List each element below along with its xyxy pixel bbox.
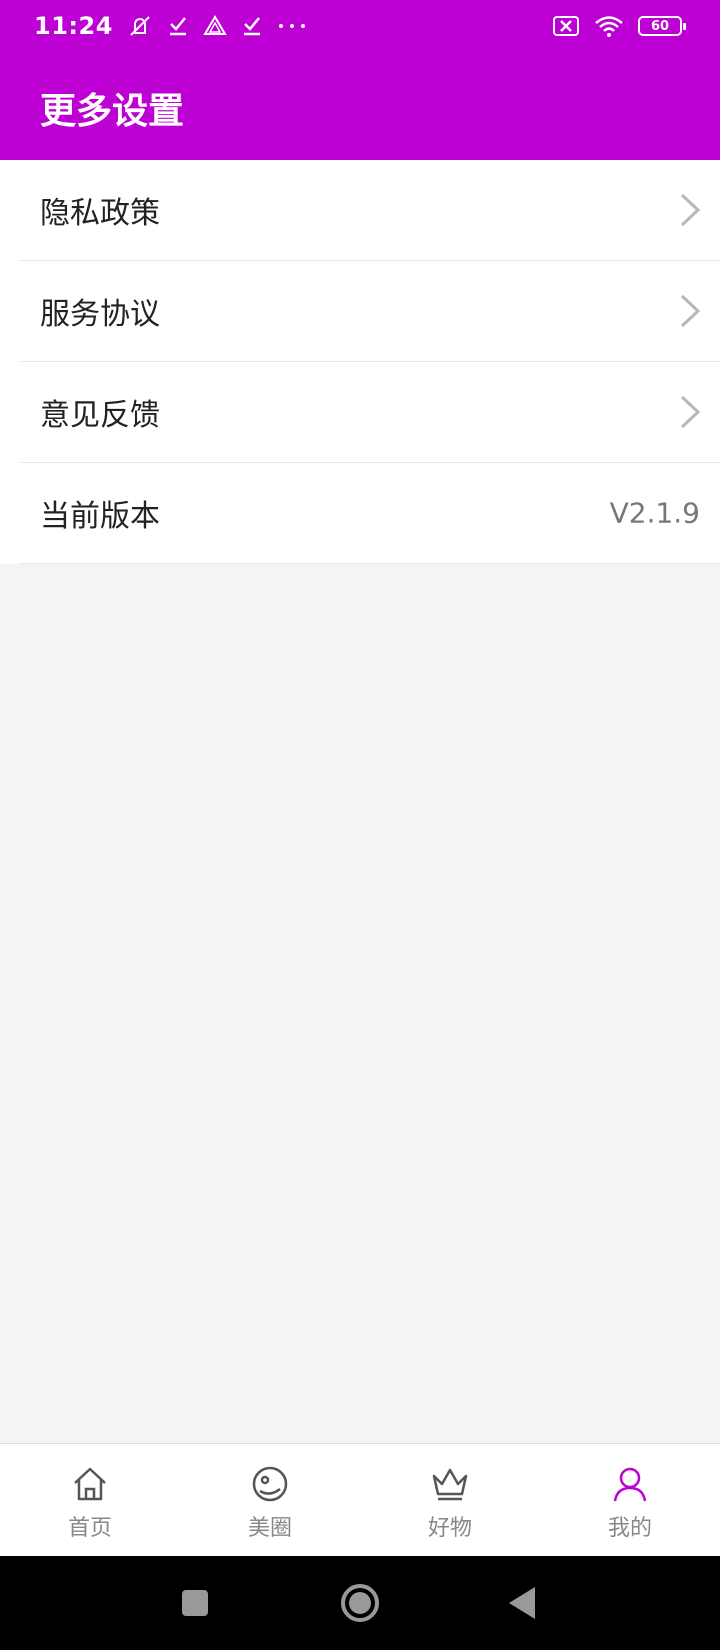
- status-left: 11:24: [34, 10, 307, 42]
- tab-label: 首页: [67, 1516, 112, 1541]
- tab-mine[interactable]: 我的: [540, 1444, 720, 1556]
- home-icon: [74, 1467, 106, 1501]
- mute-icon: [130, 16, 150, 36]
- settings-item-privacy-policy[interactable]: 隐私政策: [20, 160, 720, 261]
- back-triangle-icon[interactable]: [497, 1578, 547, 1628]
- tab-label: 我的: [607, 1516, 652, 1541]
- user-icon: [613, 1467, 647, 1502]
- page-title: 更多设置: [40, 91, 185, 132]
- chevron-right-icon: [680, 294, 701, 328]
- status-right: 60: [552, 10, 686, 42]
- check-icon: [169, 17, 186, 36]
- settings-list: 隐私政策 服务协议 意见反馈 当前版本 V2.1.9: [0, 160, 720, 564]
- crown-icon: [432, 1468, 468, 1501]
- chevron-right-icon: [680, 193, 701, 227]
- app-bar: 更多设置: [0, 52, 720, 160]
- system-nav-bar: [0, 1556, 720, 1650]
- tab-label: 好物: [427, 1516, 472, 1541]
- tab-circle[interactable]: 美圈: [180, 1444, 360, 1556]
- wifi-icon: [595, 16, 623, 37]
- settings-item-label: 隐私政策: [40, 196, 160, 231]
- battery-icon: 60: [638, 16, 686, 36]
- check-icon: [243, 17, 260, 36]
- circle-face-icon: [252, 1466, 288, 1502]
- chevron-right-icon: [680, 395, 701, 429]
- settings-item-label: 当前版本: [40, 499, 160, 534]
- status-bar: 11:24 60: [0, 0, 720, 52]
- tab-label: 美圈: [247, 1516, 292, 1541]
- tab-home[interactable]: 首页: [0, 1444, 180, 1556]
- drive-icon: [203, 15, 227, 35]
- bottom-tab-bar: 首页 美圈 好物 我的: [0, 1443, 720, 1556]
- settings-item-current-version: 当前版本 V2.1.9: [20, 463, 720, 564]
- battery-level: 60: [650, 18, 670, 34]
- status-time: 11:24: [34, 12, 113, 40]
- recents-square-icon[interactable]: [170, 1578, 220, 1628]
- settings-item-service-agreement[interactable]: 服务协议: [20, 261, 720, 362]
- tab-goods[interactable]: 好物: [360, 1444, 540, 1556]
- home-circle-icon[interactable]: [335, 1578, 385, 1628]
- sim-off-icon: [553, 16, 579, 36]
- version-value: V2.1.9: [609, 496, 700, 530]
- settings-item-label: 意见反馈: [40, 398, 160, 433]
- settings-item-label: 服务协议: [40, 297, 160, 332]
- settings-item-feedback[interactable]: 意见反馈: [20, 362, 720, 463]
- more-icon: [278, 24, 305, 28]
